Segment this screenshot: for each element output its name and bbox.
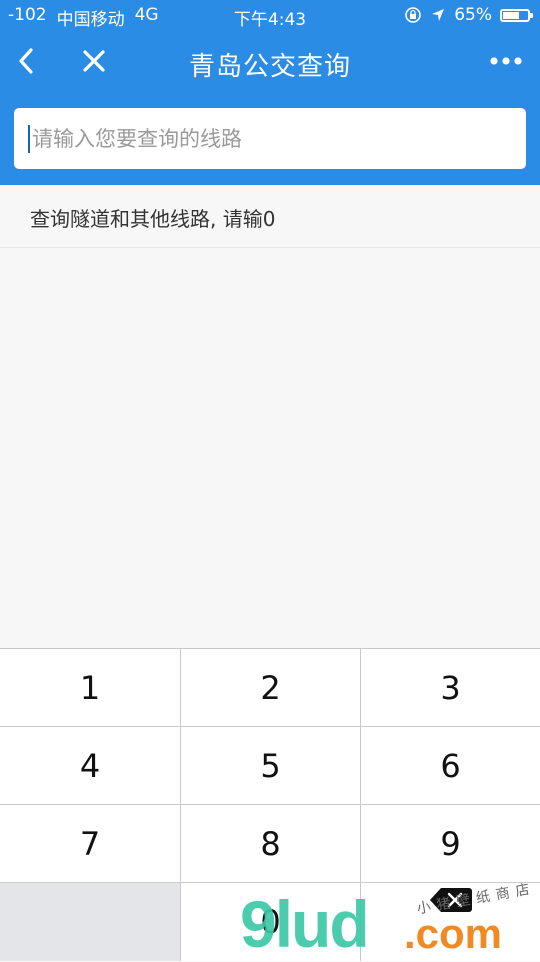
key-delete[interactable] xyxy=(361,883,540,961)
key-0[interactable]: 0 xyxy=(181,883,361,961)
key-2[interactable]: 2 xyxy=(181,649,361,727)
key-9[interactable]: 9 xyxy=(361,805,540,883)
key-1[interactable]: 1 xyxy=(0,649,181,727)
key-5[interactable]: 5 xyxy=(181,727,361,805)
hint-row: 查询隧道和其他线路, 请输0 xyxy=(0,185,540,248)
search-box[interactable] xyxy=(14,108,526,169)
more-icon[interactable] xyxy=(486,41,526,81)
battery-icon xyxy=(500,8,533,22)
rotation-lock-icon xyxy=(405,7,422,23)
key-3[interactable]: 3 xyxy=(361,649,540,727)
key-blank xyxy=(0,883,181,961)
search-area xyxy=(0,92,540,185)
battery-level xyxy=(503,11,519,19)
nav-bar: 青岛公交查询 xyxy=(0,30,540,92)
numeric-keypad: 1 2 3 4 5 6 7 8 9 0 xyxy=(0,648,540,961)
key-8[interactable]: 8 xyxy=(181,805,361,883)
location-arrow-icon xyxy=(432,9,445,21)
route-search-input[interactable] xyxy=(30,126,502,151)
key-7[interactable]: 7 xyxy=(0,805,181,883)
hint-text: 查询隧道和其他线路, 请输0 xyxy=(30,207,276,231)
status-bar: -102 中国移动 4G 下午4:43 65% xyxy=(0,0,540,30)
backspace-icon xyxy=(429,888,472,912)
key-6[interactable]: 6 xyxy=(361,727,540,805)
key-4[interactable]: 4 xyxy=(0,727,181,805)
battery-percent: 65% xyxy=(454,5,492,25)
page-title: 青岛公交查询 xyxy=(188,52,351,82)
status-right: 65% xyxy=(404,5,533,25)
